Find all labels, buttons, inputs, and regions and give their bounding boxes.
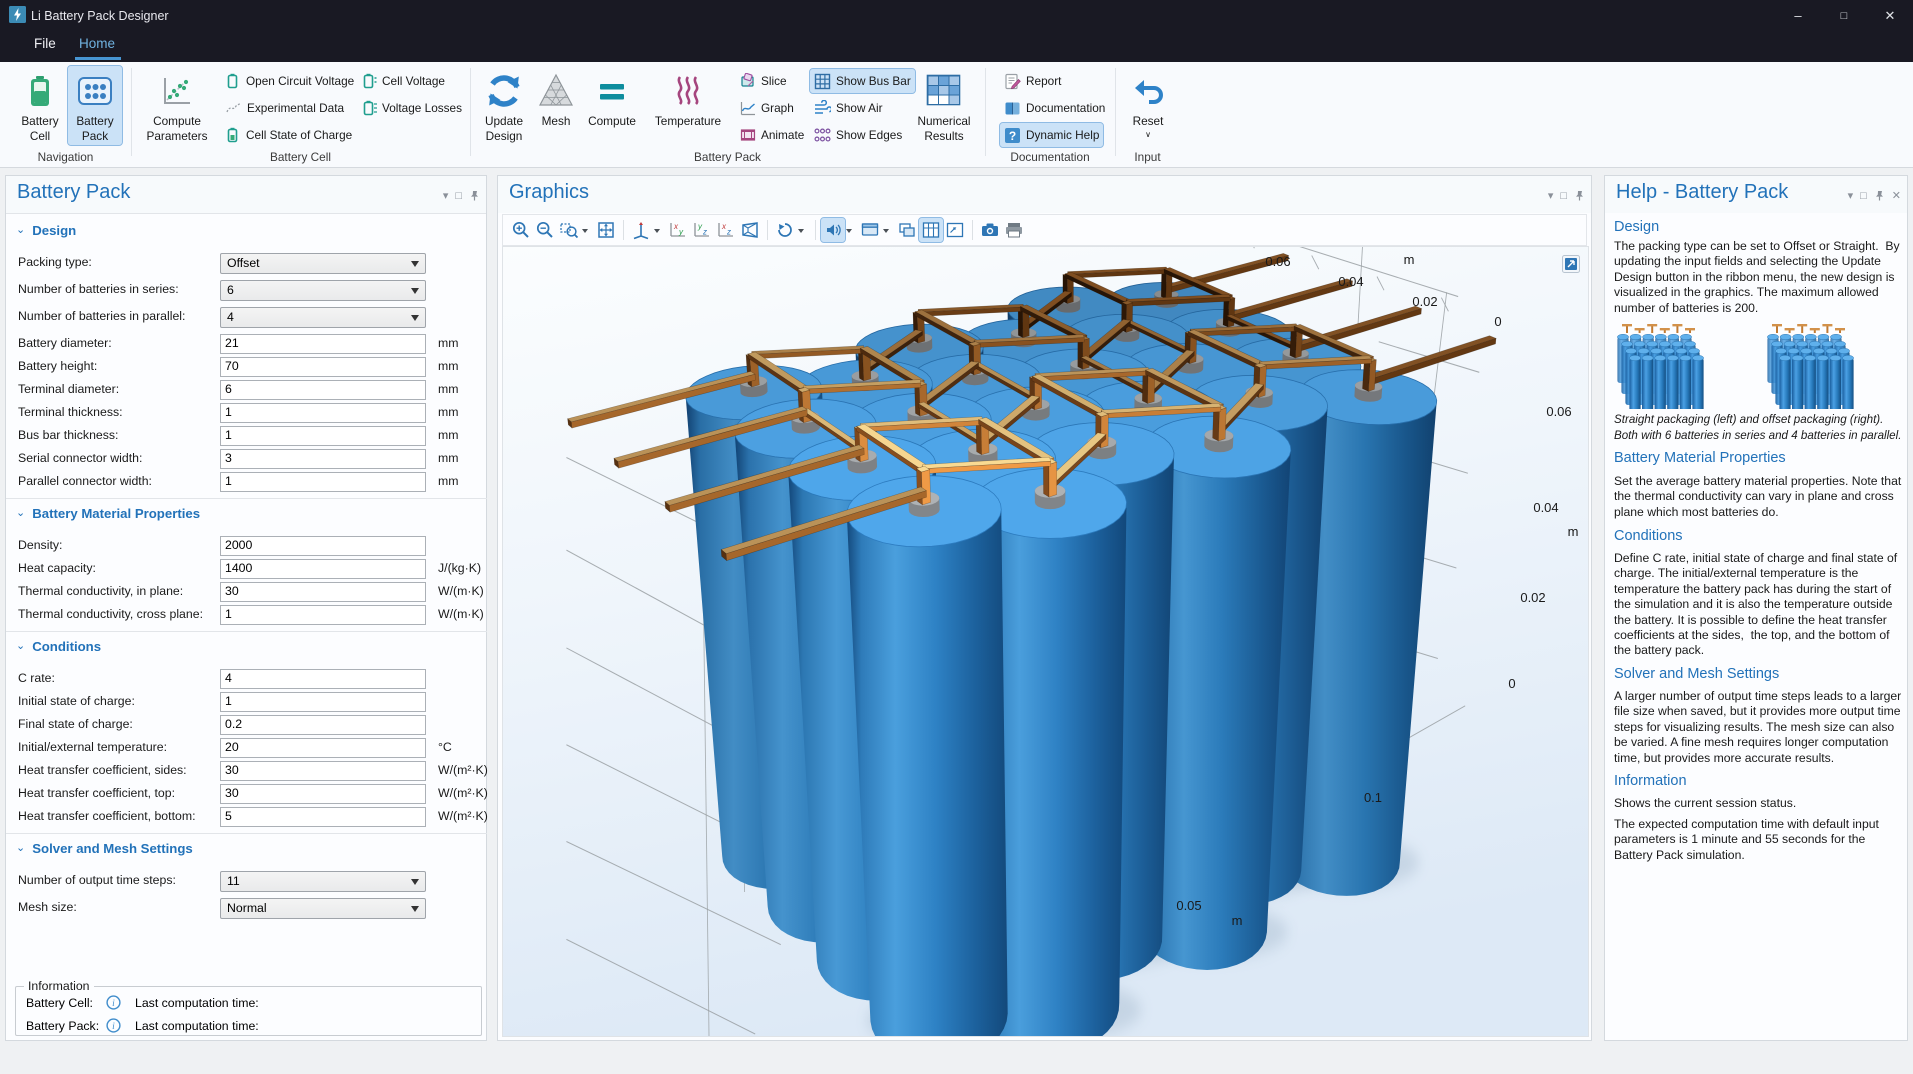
svg-text:0: 0	[1494, 314, 1501, 329]
svg-text:0.04: 0.04	[1338, 274, 1363, 289]
svg-text:z: z	[726, 228, 731, 237]
svg-text:m: m	[1568, 524, 1579, 539]
svg-text:0.02: 0.02	[1520, 590, 1545, 605]
svg-text:0.1: 0.1	[1364, 790, 1382, 805]
svg-text:y: y	[678, 228, 684, 237]
svg-text:z: z	[702, 228, 707, 237]
svg-text:0.02: 0.02	[1412, 294, 1437, 309]
svg-text:m: m	[1404, 252, 1415, 267]
svg-text:0: 0	[954, 1033, 961, 1037]
svg-text:0.05: 0.05	[1176, 898, 1201, 913]
svg-text:0.04: 0.04	[1533, 500, 1558, 515]
svg-text:0.06: 0.06	[1546, 404, 1571, 419]
svg-text:?: ?	[1009, 129, 1016, 143]
svg-text:m: m	[1232, 913, 1243, 928]
svg-text:i: i	[112, 999, 115, 1009]
svg-text:i: i	[112, 1022, 115, 1032]
svg-text:0.06: 0.06	[1265, 254, 1290, 269]
svg-text:0: 0	[1508, 676, 1515, 691]
